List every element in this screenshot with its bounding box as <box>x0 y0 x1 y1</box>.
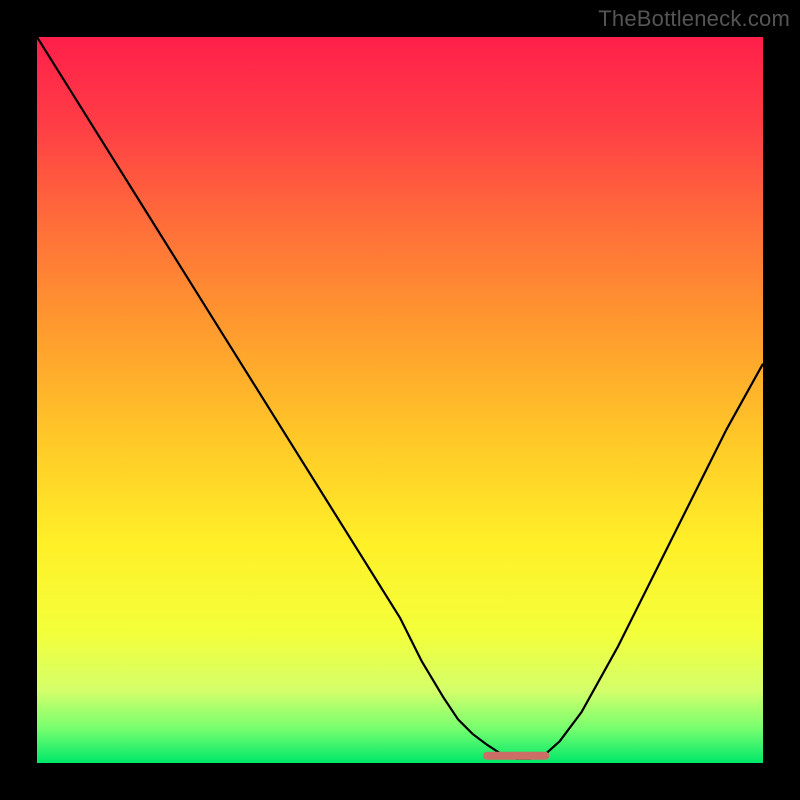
plot-area <box>37 37 763 763</box>
watermark-text: TheBottleneck.com <box>598 6 790 32</box>
bottleneck-curve-path <box>37 37 763 759</box>
curve-overlay <box>37 37 763 763</box>
chart-frame: TheBottleneck.com <box>0 0 800 800</box>
